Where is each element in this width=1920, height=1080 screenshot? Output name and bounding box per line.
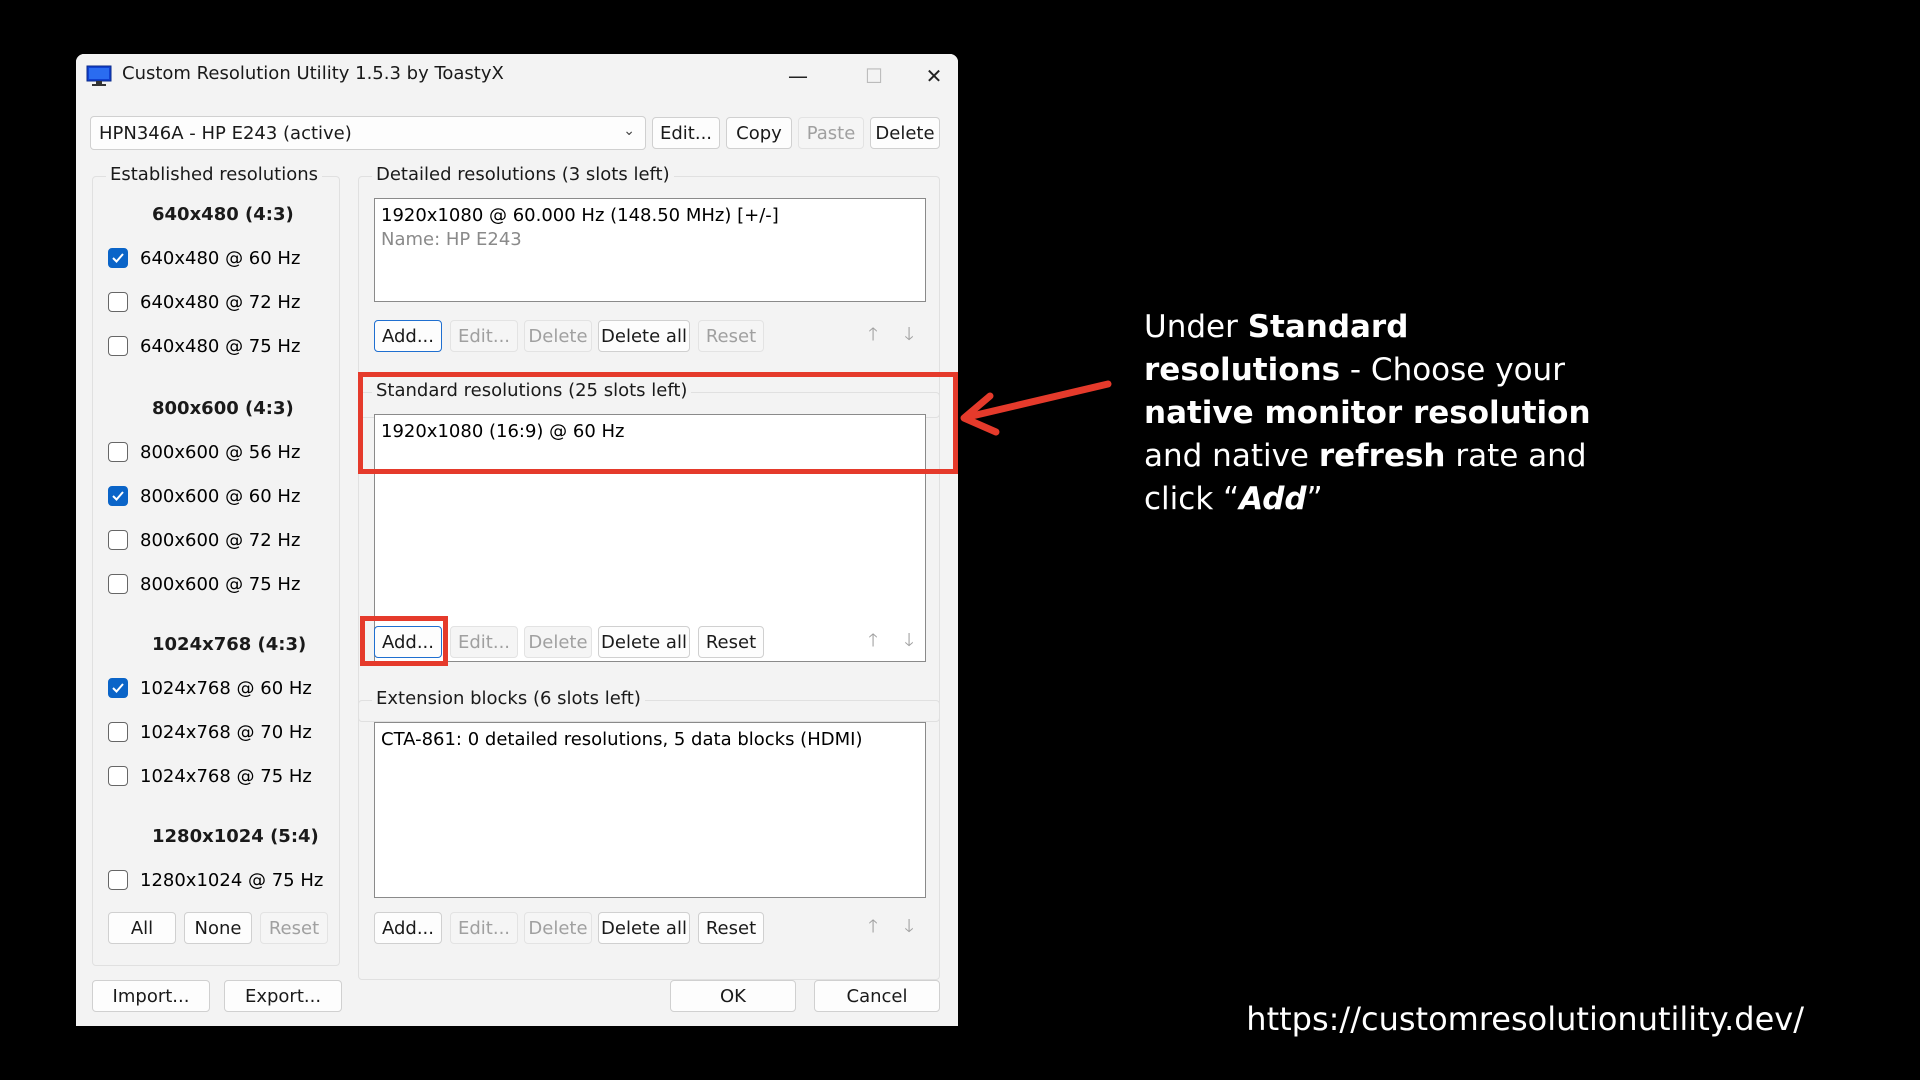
established-title: Established resolutions xyxy=(106,164,323,185)
window-title: Custom Resolution Utility 1.5.3 by Toast… xyxy=(122,63,504,84)
checkbox-label: 1024x768 @ 75 Hz xyxy=(140,765,312,787)
res-heading: 640x480 (4:3) xyxy=(152,204,294,225)
extension-delete-all-button[interactable]: Delete all xyxy=(598,912,690,944)
detailed-title: Detailed resolutions (3 slots left) xyxy=(372,164,674,185)
detailed-entry[interactable]: 1920x1080 @ 60.000 Hz (148.50 MHz) [+/-] xyxy=(381,205,779,226)
highlight-add-box xyxy=(360,616,448,666)
checkbox-label: 1280x1024 @ 75 Hz xyxy=(140,869,324,891)
instruction-text: Under Standard resolutions - Choose your… xyxy=(1144,306,1604,521)
checkbox-label: 800x600 @ 72 Hz xyxy=(140,529,301,551)
extension-add-button[interactable]: Add... xyxy=(374,912,442,944)
instruction-bold: native monitor resolution xyxy=(1144,395,1591,431)
detailed-delete-all-button[interactable]: Delete all xyxy=(598,320,690,352)
move-up-icon[interactable]: 🡑 xyxy=(860,916,886,942)
checkbox-icon[interactable] xyxy=(108,678,128,698)
checkbox-label: 1024x768 @ 70 Hz xyxy=(140,721,312,743)
checkbox-icon[interactable] xyxy=(108,486,128,506)
monitor-edit-button[interactable]: Edit... xyxy=(652,117,720,149)
checkbox-row[interactable]: 800x600 @ 60 Hz xyxy=(108,482,300,510)
checkbox-icon[interactable] xyxy=(108,336,128,356)
extension-reset-button[interactable]: Reset xyxy=(698,912,764,944)
checkbox-label: 800x600 @ 75 Hz xyxy=(140,573,301,595)
checkbox-row[interactable]: 640x480 @ 60 Hz xyxy=(108,244,300,272)
checkbox-icon[interactable] xyxy=(108,574,128,594)
move-down-icon[interactable]: 🡓 xyxy=(896,324,922,350)
instruction-part: ” xyxy=(1306,481,1323,517)
extension-edit-button[interactable]: Edit... xyxy=(450,912,518,944)
extension-title: Extension blocks (6 slots left) xyxy=(372,688,645,709)
checkbox-row[interactable]: 640x480 @ 75 Hz xyxy=(108,332,300,360)
detailed-delete-button[interactable]: Delete xyxy=(524,320,592,352)
monitor-paste-button[interactable]: Paste xyxy=(798,117,864,149)
ok-button[interactable]: OK xyxy=(670,980,796,1012)
extension-entry[interactable]: CTA-861: 0 detailed resolutions, 5 data … xyxy=(381,729,862,750)
detailed-list[interactable]: 1920x1080 @ 60.000 Hz (148.50 MHz) [+/-]… xyxy=(374,198,926,302)
extension-list[interactable]: CTA-861: 0 detailed resolutions, 5 data … xyxy=(374,722,926,898)
monitor-copy-button[interactable]: Copy xyxy=(726,117,792,149)
highlight-standard-box xyxy=(358,372,958,474)
instruction-part: - Choose your xyxy=(1340,352,1565,388)
cru-window: Custom Resolution Utility 1.5.3 by Toast… xyxy=(76,54,958,1026)
monitor-select-value: HPN346A - HP E243 (active) xyxy=(99,123,352,144)
monitor-delete-button[interactable]: Delete xyxy=(870,117,940,149)
standard-delete-button[interactable]: Delete xyxy=(524,626,592,658)
checkbox-row[interactable]: 1280x1024 @ 75 Hz xyxy=(108,866,323,894)
checkbox-row[interactable]: 1024x768 @ 75 Hz xyxy=(108,762,312,790)
checkbox-icon[interactable] xyxy=(108,292,128,312)
monitor-select[interactable]: HPN346A - HP E243 (active) ⌄ xyxy=(90,116,646,150)
export-button[interactable]: Export... xyxy=(224,980,342,1012)
standard-delete-all-button[interactable]: Delete all xyxy=(598,626,690,658)
checkbox-icon[interactable] xyxy=(108,530,128,550)
close-button[interactable]: ✕ xyxy=(912,60,956,92)
checkbox-row[interactable]: 1024x768 @ 70 Hz xyxy=(108,718,312,746)
established-none-button[interactable]: None xyxy=(184,912,252,944)
checkbox-icon[interactable] xyxy=(108,248,128,268)
standard-reset-button[interactable]: Reset xyxy=(698,626,764,658)
move-up-icon[interactable]: 🡑 xyxy=(860,324,886,350)
standard-edit-button[interactable]: Edit... xyxy=(450,626,518,658)
cancel-button[interactable]: Cancel xyxy=(814,980,940,1012)
checkbox-row[interactable]: 800x600 @ 75 Hz xyxy=(108,570,300,598)
instruction-part: Under xyxy=(1144,309,1248,345)
move-up-icon[interactable]: 🡑 xyxy=(860,630,886,656)
checkbox-label: 640x480 @ 75 Hz xyxy=(140,335,301,357)
res-heading: 1280x1024 (5:4) xyxy=(152,826,319,847)
minimize-button[interactable]: — xyxy=(776,60,820,92)
checkbox-row[interactable]: 800x600 @ 56 Hz xyxy=(108,438,300,466)
checkbox-icon[interactable] xyxy=(108,870,128,890)
res-heading: 800x600 (4:3) xyxy=(152,398,294,419)
chevron-down-icon: ⌄ xyxy=(623,123,635,139)
checkbox-label: 800x600 @ 60 Hz xyxy=(140,485,301,507)
checkbox-icon[interactable] xyxy=(108,722,128,742)
extension-delete-button[interactable]: Delete xyxy=(524,912,592,944)
detailed-edit-button[interactable]: Edit... xyxy=(450,320,518,352)
instruction-bold: Add xyxy=(1239,481,1307,517)
instruction-part: and native xyxy=(1144,438,1319,474)
checkbox-label: 1024x768 @ 60 Hz xyxy=(140,677,312,699)
import-button[interactable]: Import... xyxy=(92,980,210,1012)
move-down-icon[interactable]: 🡓 xyxy=(896,916,922,942)
instruction-bold: refresh xyxy=(1318,438,1446,474)
detailed-reset-button[interactable]: Reset xyxy=(698,320,764,352)
maximize-button[interactable]: ☐ xyxy=(852,60,896,92)
checkbox-label: 800x600 @ 56 Hz xyxy=(140,441,301,463)
checkbox-label: 640x480 @ 72 Hz xyxy=(140,291,301,313)
checkbox-label: 640x480 @ 60 Hz xyxy=(140,247,301,269)
checkbox-row[interactable]: 1024x768 @ 60 Hz xyxy=(108,674,312,702)
title-bar[interactable]: Custom Resolution Utility 1.5.3 by Toast… xyxy=(76,54,958,98)
checkbox-icon[interactable] xyxy=(108,442,128,462)
monitor-app-icon xyxy=(86,65,112,86)
established-reset-button[interactable]: Reset xyxy=(260,912,328,944)
source-url: https://customresolutionutility.dev/ xyxy=(1246,1000,1804,1038)
established-all-button[interactable]: All xyxy=(108,912,176,944)
checkbox-row[interactable]: 800x600 @ 72 Hz xyxy=(108,526,300,554)
checkbox-row[interactable]: 640x480 @ 72 Hz xyxy=(108,288,300,316)
res-heading: 1024x768 (4:3) xyxy=(152,634,307,655)
move-down-icon[interactable]: 🡓 xyxy=(896,630,922,656)
detailed-add-button[interactable]: Add... xyxy=(374,320,442,352)
pointer-arrow-icon xyxy=(960,380,1112,436)
checkbox-icon[interactable] xyxy=(108,766,128,786)
detailed-entry-name: Name: HP E243 xyxy=(381,229,522,250)
